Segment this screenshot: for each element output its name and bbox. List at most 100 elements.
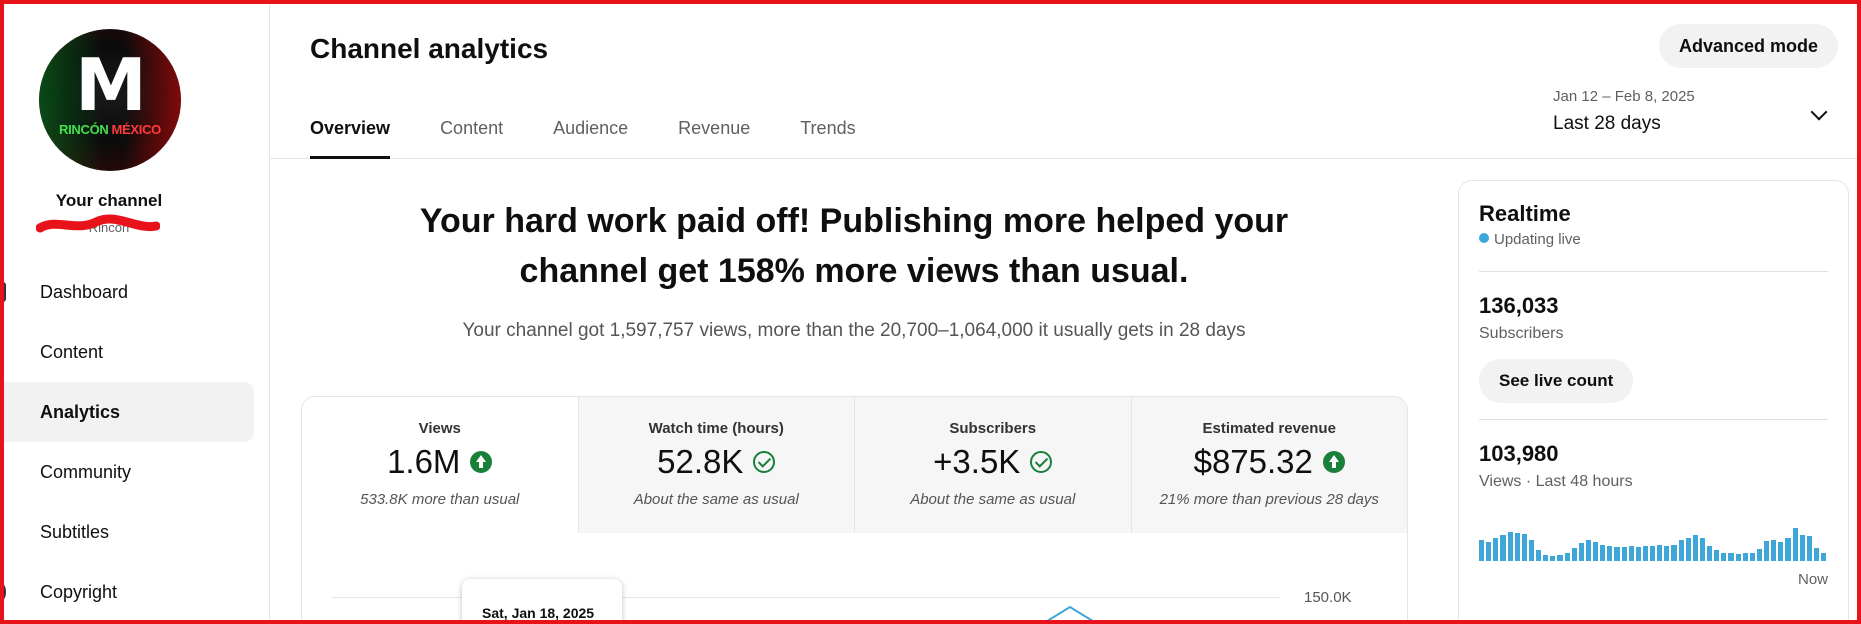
realtime-bar <box>1543 555 1549 561</box>
page-title: Channel analytics <box>310 33 549 64</box>
redaction-scribble <box>36 214 160 233</box>
tab-audience[interactable]: Audience <box>553 118 628 159</box>
realtime-bar <box>1764 541 1770 561</box>
divider <box>1479 419 1828 420</box>
metric-note: About the same as usual <box>910 491 1076 508</box>
chart-y-tick-label: 150.0K <box>1304 589 1352 606</box>
see-live-count-button[interactable]: See live count <box>1479 359 1634 403</box>
avatar-logo-text: RINCÓN MÉXICO <box>39 122 181 137</box>
realtime-bar-chart[interactable] <box>1479 519 1827 561</box>
realtime-bar <box>1657 545 1663 561</box>
chart-line-peak <box>1043 605 1097 623</box>
realtime-bar <box>1813 548 1819 561</box>
realtime-bar <box>1593 542 1599 561</box>
arrow-up-icon <box>1322 451 1345 473</box>
metric-value-row: 52.8K <box>579 443 855 481</box>
check-circle-icon <box>753 451 776 473</box>
realtime-bar <box>1550 556 1556 561</box>
subtitles-icon <box>0 522 4 542</box>
tab-content[interactable]: Content <box>440 118 503 159</box>
sidebar-item-analytics[interactable]: Analytics <box>0 382 254 442</box>
metric-watch-time[interactable]: Watch time (hours) 52.8K About the same … <box>577 397 855 533</box>
sidebar-item-community[interactable]: Community <box>0 442 270 502</box>
realtime-bar <box>1564 553 1570 561</box>
realtime-bar <box>1664 546 1670 561</box>
realtime-bar <box>1692 535 1698 561</box>
realtime-bar <box>1514 533 1520 561</box>
sidebar-item-label: Analytics <box>40 401 121 422</box>
metric-label: Views <box>418 420 461 437</box>
metric-revenue[interactable]: Estimated revenue $875.32 21% more than … <box>1130 397 1408 533</box>
realtime-bar <box>1571 548 1577 561</box>
tab-trends[interactable]: Trends <box>800 118 855 159</box>
realtime-bar <box>1557 555 1563 561</box>
realtime-bar <box>1778 542 1784 561</box>
analytics-icon <box>0 402 4 422</box>
avatar-text-red: MÉXICO <box>111 122 162 137</box>
realtime-bar <box>1607 546 1613 561</box>
realtime-views-value: 103,980 <box>1479 441 1559 466</box>
live-dot-icon <box>1479 233 1489 243</box>
metric-value-row: +3.5K <box>855 443 1131 481</box>
realtime-bar <box>1799 535 1805 561</box>
your-channel-label: Your channel <box>55 191 163 210</box>
realtime-bar <box>1671 545 1677 561</box>
sidebar-item-subtitles[interactable]: Subtitles <box>0 502 270 562</box>
content-icon <box>0 342 4 362</box>
realtime-bar <box>1585 540 1591 561</box>
date-range-dates: Jan 12 – Feb 8, 2025 <box>1553 88 1695 105</box>
metric-subscribers[interactable]: Subscribers +3.5K About the same as usua… <box>854 397 1131 533</box>
sidebar-item-label: Community <box>40 461 132 482</box>
metric-value-row: $875.32 <box>1132 443 1408 481</box>
avatar-text-green: RINCÓN <box>59 122 109 137</box>
realtime-bar <box>1678 540 1684 561</box>
tab-revenue[interactable]: Revenue <box>678 118 750 159</box>
sidebar-item-dashboard[interactable]: Dashboard <box>0 262 270 322</box>
metric-value-row: 1.6M <box>302 443 578 481</box>
realtime-bar <box>1493 538 1499 561</box>
metric-views[interactable]: Views 1.6M 533.8K more than usual <box>302 397 578 533</box>
sidebar-item-copyright[interactable]: Copyright <box>0 562 270 622</box>
metric-note: About the same as usual <box>633 491 799 508</box>
views-chart[interactable]: 150.0K Sat, Jan 18, 2025 <box>302 533 1407 624</box>
sidebar: M RINCÓN MÉXICO Your channel Rincón Dashb… <box>0 0 270 624</box>
metric-note: 21% more than previous 28 days <box>1159 491 1379 508</box>
realtime-bar <box>1728 553 1734 561</box>
metric-label: Watch time (hours) <box>648 420 784 437</box>
metric-value: 52.8K <box>657 443 744 480</box>
arrow-up-icon <box>470 451 493 473</box>
copyright-icon <box>0 582 6 602</box>
avatar-initial: M <box>75 43 147 127</box>
realtime-bar <box>1621 547 1627 561</box>
realtime-bar <box>1578 543 1584 561</box>
realtime-bar <box>1650 546 1656 561</box>
realtime-bar <box>1721 553 1727 561</box>
dashboard-icon <box>0 282 6 302</box>
realtime-bar <box>1685 538 1691 561</box>
channel-avatar[interactable]: M RINCÓN MÉXICO <box>39 29 181 171</box>
community-icon <box>0 462 4 482</box>
realtime-bar <box>1614 547 1620 561</box>
metric-label: Estimated revenue <box>1202 420 1336 437</box>
realtime-bar <box>1635 547 1641 561</box>
sidebar-nav: Dashboard Content Analytics Community Su… <box>0 262 270 622</box>
sidebar-item-label: Copyright <box>40 581 118 602</box>
realtime-live-status: Updating live <box>1479 231 1581 248</box>
realtime-bar <box>1707 546 1713 561</box>
metrics-card: Views 1.6M 533.8K more than usual Watch … <box>301 396 1408 624</box>
metric-note: 533.8K more than usual <box>360 491 520 508</box>
sidebar-item-content[interactable]: Content <box>0 322 270 382</box>
realtime-subscribers-label: Subscribers <box>1479 325 1564 342</box>
tab-overview[interactable]: Overview <box>310 118 391 159</box>
chart-tooltip: Sat, Jan 18, 2025 <box>462 579 622 624</box>
realtime-bar <box>1536 550 1542 561</box>
realtime-bar <box>1714 550 1720 561</box>
advanced-mode-button[interactable]: Advanced mode <box>1658 24 1838 68</box>
realtime-bar <box>1507 532 1513 561</box>
date-range-selector[interactable]: Jan 12 – Feb 8, 2025 Last 28 days <box>1553 88 1843 135</box>
summary-headline: Your hard work paid off! Publishing more… <box>419 202 1289 290</box>
realtime-bar <box>1600 545 1606 561</box>
summary-subline: Your channel got 1,597,757 views, more t… <box>462 320 1246 341</box>
sidebar-item-label: Dashboard <box>40 281 129 302</box>
realtime-bar <box>1735 554 1741 561</box>
